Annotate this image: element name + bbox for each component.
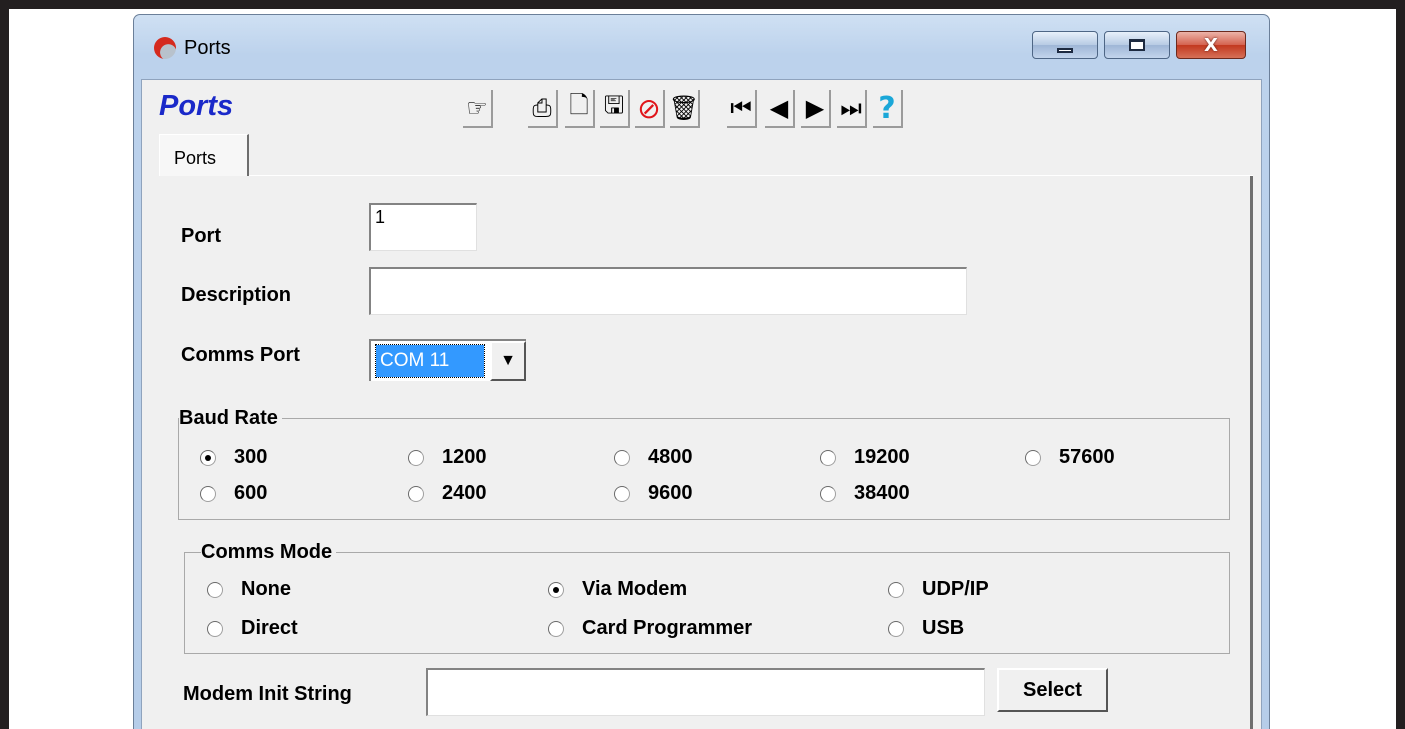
chevron-down-icon: ▼ — [500, 352, 516, 369]
mode-none-radio[interactable]: None — [207, 578, 291, 601]
radio-icon — [888, 581, 904, 598]
baud-600-label: 600 — [234, 482, 268, 504]
baud-57600-label: 57600 — [1059, 446, 1115, 468]
tab-page-border — [1250, 176, 1253, 729]
baud-4800-radio[interactable]: 4800 — [614, 446, 693, 469]
baud-300-radio[interactable]: 300 — [200, 446, 267, 469]
radio-selected-icon — [200, 449, 216, 466]
radio-icon — [408, 449, 424, 466]
baud-2400-radio[interactable]: 2400 — [408, 482, 487, 505]
cancel-icon: ⊘ — [637, 91, 661, 125]
close-button[interactable]: X — [1176, 31, 1246, 59]
radio-icon — [820, 449, 836, 466]
radio-icon — [820, 485, 836, 502]
first-record-icon: ⏮ — [730, 94, 752, 122]
comms-port-label: Comms Port — [181, 344, 300, 366]
cancel-button[interactable]: ⊘ — [635, 90, 665, 128]
description-label: Description — [181, 284, 292, 306]
radio-icon — [548, 620, 564, 637]
last-record-icon: ⏭ — [840, 94, 862, 122]
maximize-icon — [1129, 39, 1145, 51]
window-title: Ports — [184, 37, 231, 59]
mode-card-programmer-label: Card Programmer — [582, 617, 753, 639]
mode-direct-radio[interactable]: Direct — [207, 617, 298, 640]
help-icon: ? — [878, 90, 896, 126]
print-icon: ⎙ — [532, 94, 552, 122]
baud-300-label: 300 — [234, 446, 268, 468]
mode-direct-label: Direct — [241, 617, 298, 639]
radio-icon — [888, 620, 904, 637]
help-button[interactable]: ? — [873, 90, 903, 128]
comms-mode-title: Comms Mode — [201, 541, 337, 564]
title-bar[interactable]: Ports X — [134, 15, 1269, 79]
mode-usb-radio[interactable]: USB — [888, 617, 964, 640]
save-button[interactable]: 🖫 — [600, 90, 630, 128]
frame-right — [1396, 0, 1405, 729]
first-record-button[interactable]: ⏮ — [727, 90, 757, 128]
modem-init-input[interactable] — [426, 668, 985, 716]
radio-icon — [1025, 449, 1041, 466]
baud-rate-group: Baud Rate — [178, 407, 1230, 520]
port-input[interactable]: 1 — [369, 203, 477, 251]
previous-record-button[interactable]: ◀ — [765, 90, 795, 128]
previous-record-icon: ◀ — [769, 94, 789, 122]
tab-ports[interactable]: Ports — [159, 134, 249, 176]
radio-icon — [408, 485, 424, 502]
open-record-icon: ☞ — [466, 94, 488, 122]
baud-1200-label: 1200 — [442, 446, 487, 468]
mode-via-modem-radio[interactable]: Via Modem — [548, 578, 687, 601]
baud-2400-label: 2400 — [442, 482, 487, 504]
close-icon: X — [1204, 34, 1218, 56]
baud-19200-label: 19200 — [854, 446, 910, 468]
baud-38400-radio[interactable]: 38400 — [820, 482, 910, 505]
form-heading: Ports — [159, 90, 234, 122]
baud-19200-radio[interactable]: 19200 — [820, 446, 910, 469]
mode-udp-ip-radio[interactable]: UDP/IP — [888, 578, 989, 601]
tab-strip-line — [249, 175, 1253, 176]
frame-left — [0, 0, 9, 729]
radio-icon — [200, 485, 216, 502]
baud-rate-title: Baud Rate — [179, 407, 282, 430]
tab-ports-label: Ports — [174, 148, 217, 168]
baud-9600-radio[interactable]: 9600 — [614, 482, 693, 505]
frame-top — [0, 0, 1405, 9]
baud-600-radio[interactable]: 600 — [200, 482, 267, 505]
next-record-button[interactable]: ▶ — [801, 90, 831, 128]
open-record-button[interactable]: ☞ — [463, 90, 493, 128]
app-icon — [154, 37, 176, 59]
baud-57600-radio[interactable]: 57600 — [1025, 446, 1115, 469]
baud-38400-label: 38400 — [854, 482, 910, 504]
maximize-button[interactable] — [1104, 31, 1170, 59]
minimize-icon — [1057, 47, 1073, 53]
baud-9600-label: 9600 — [648, 482, 693, 504]
new-record-button[interactable]: 🗋 — [565, 90, 595, 128]
comms-port-select[interactable]: COM 11 ▼ — [369, 339, 526, 381]
baud-4800-label: 4800 — [648, 446, 693, 468]
radio-icon — [614, 449, 630, 466]
print-button[interactable]: ⎙ — [528, 90, 558, 128]
save-icon: 🖫 — [603, 90, 625, 119]
select-button[interactable]: Select — [997, 668, 1108, 712]
radio-icon — [207, 620, 223, 637]
minimize-button[interactable] — [1032, 31, 1098, 59]
port-label: Port — [181, 225, 221, 247]
radio-icon — [207, 581, 223, 598]
delete-button[interactable]: 🗑 — [668, 90, 700, 128]
baud-1200-radio[interactable]: 1200 — [408, 446, 487, 469]
new-record-icon: 🗋 — [569, 90, 589, 119]
mode-card-programmer-radio[interactable]: Card Programmer — [548, 617, 752, 640]
mode-udp-ip-label: UDP/IP — [922, 578, 989, 600]
last-record-button[interactable]: ⏭ — [837, 90, 867, 128]
next-record-icon: ▶ — [805, 94, 825, 122]
comms-port-value: COM 11 — [375, 344, 485, 378]
mode-usb-label: USB — [922, 617, 965, 639]
mode-none-label: None — [241, 578, 291, 600]
delete-icon: 🗑 — [668, 94, 700, 122]
radio-icon — [614, 485, 630, 502]
mode-via-modem-label: Via Modem — [582, 578, 688, 600]
description-input[interactable] — [369, 267, 967, 315]
comms-port-dropdown-button[interactable]: ▼ — [490, 341, 526, 381]
radio-selected-icon — [548, 581, 564, 598]
modem-init-label: Modem Init String — [183, 683, 352, 705]
